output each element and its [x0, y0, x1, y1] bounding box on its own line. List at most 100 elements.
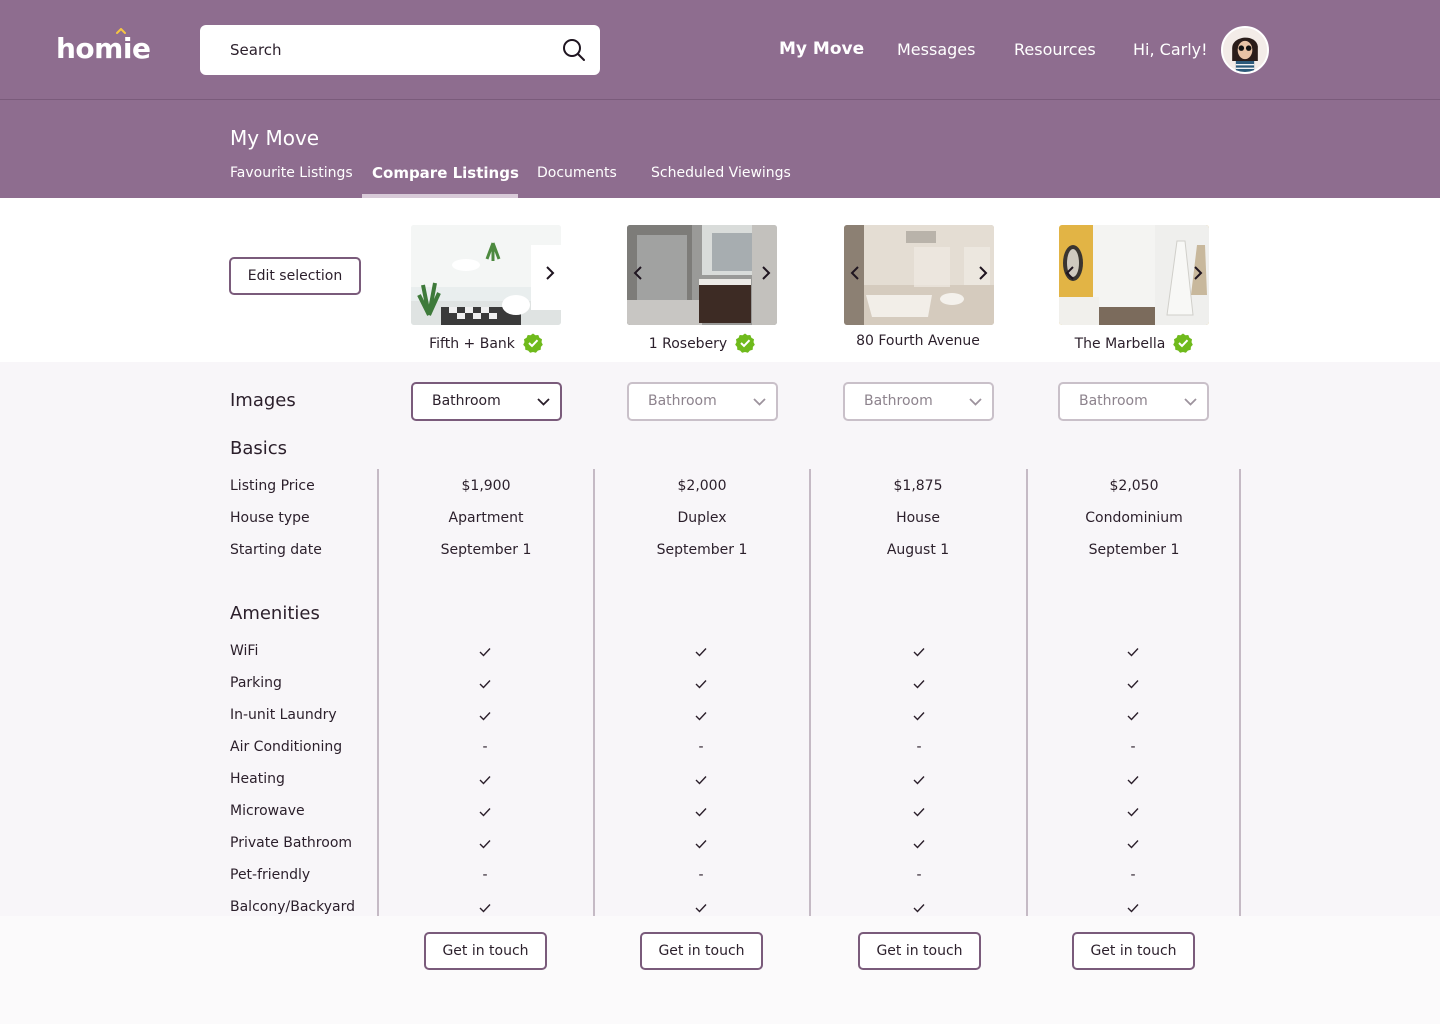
column-divider: [1239, 469, 1241, 916]
nav-messages[interactable]: Messages: [897, 40, 975, 59]
logo-roof-icon: [116, 28, 126, 34]
row-label-house-type: House type: [230, 510, 310, 526]
select-value: Bathroom: [1079, 393, 1148, 409]
check-icon: [913, 680, 925, 689]
chevron-left-icon: [1065, 266, 1074, 280]
listing-name[interactable]: 1 Rosebery: [649, 336, 727, 352]
check-icon: [695, 712, 707, 721]
check-icon: [913, 648, 925, 657]
bathroom-photo-image: [844, 225, 994, 325]
verified-badge-icon: [1173, 333, 1194, 353]
listing-name-row: 1 Rosebery: [594, 333, 810, 353]
listing-photo[interactable]: [844, 225, 994, 325]
chevron-down-icon: [537, 398, 550, 406]
check-icon: [913, 712, 925, 721]
user-photo-icon: [1223, 28, 1267, 72]
bathroom-photo-image: [627, 225, 777, 325]
top-nav-bar: homie My Move Messages Resources Hi, Car…: [0, 0, 1440, 100]
image-category-select[interactable]: Bathroom: [843, 382, 994, 421]
nav-my-move[interactable]: My Move: [779, 39, 864, 59]
price-cell: $1,875: [893, 478, 943, 494]
get-in-touch-button[interactable]: Get in touch: [858, 932, 981, 970]
select-value: Bathroom: [432, 393, 501, 409]
not-available-mark: -: [1130, 739, 1136, 755]
nav-resources[interactable]: Resources: [1014, 40, 1096, 59]
check-icon: [913, 840, 925, 849]
logo-text: homie: [56, 32, 151, 65]
check-icon: [479, 648, 491, 657]
not-available-mark: -: [916, 867, 922, 883]
carousel-next-button[interactable]: [759, 265, 773, 285]
tab-compare-listings[interactable]: Compare Listings: [372, 164, 519, 182]
search-icon[interactable]: [562, 38, 586, 62]
check-icon: [695, 904, 707, 913]
compare-footer: Get in touch Get in touch Get in touch G…: [0, 916, 1440, 1024]
carousel-next-button[interactable]: [1191, 265, 1205, 285]
check-icon: [695, 808, 707, 817]
amenity-label: Air Conditioning: [230, 739, 343, 755]
check-icon: [913, 808, 925, 817]
get-in-touch-button[interactable]: Get in touch: [640, 932, 763, 970]
carousel-next-button[interactable]: [543, 265, 557, 285]
listing-name[interactable]: 80 Fourth Avenue: [856, 333, 980, 349]
check-icon: [1127, 904, 1139, 913]
listing-photo[interactable]: [411, 225, 561, 325]
carousel-prev-button[interactable]: [631, 265, 645, 285]
start-date-cell: September 1: [656, 542, 748, 558]
chevron-down-icon: [753, 398, 766, 406]
chevron-left-icon: [850, 266, 859, 280]
house-type-cell: Condominium: [1085, 510, 1183, 526]
start-date-cell: August 1: [886, 542, 950, 558]
listing-name[interactable]: The Marbella: [1075, 336, 1166, 352]
check-icon: [1127, 648, 1139, 657]
carousel-next-button[interactable]: [976, 265, 990, 285]
check-icon: [695, 680, 707, 689]
start-date-cell: September 1: [1088, 542, 1180, 558]
image-category-select[interactable]: Bathroom: [627, 382, 778, 421]
amenity-label: WiFi: [230, 643, 259, 659]
search-input[interactable]: [200, 25, 560, 75]
user-greeting: Hi, Carly!: [1133, 40, 1208, 59]
carousel-prev-button[interactable]: [848, 265, 862, 285]
check-icon: [913, 776, 925, 785]
tab-documents[interactable]: Documents: [537, 165, 617, 181]
chevron-down-icon: [969, 398, 982, 406]
get-in-touch-button[interactable]: Get in touch: [424, 932, 547, 970]
chevron-left-icon: [633, 266, 642, 280]
bathroom-photo-image: [1059, 225, 1209, 325]
my-move-subheader: My Move Favourite Listings Compare Listi…: [0, 100, 1440, 198]
listing-name-row: 80 Fourth Avenue: [810, 333, 1026, 349]
listing-name-row: Fifth + Bank: [378, 333, 594, 353]
listing-name[interactable]: Fifth + Bank: [429, 336, 515, 352]
listing-photo[interactable]: [1059, 225, 1209, 325]
check-icon: [695, 840, 707, 849]
get-in-touch-button[interactable]: Get in touch: [1072, 932, 1195, 970]
check-icon: [1127, 712, 1139, 721]
check-icon: [1127, 776, 1139, 785]
tab-scheduled-viewings[interactable]: Scheduled Viewings: [651, 165, 791, 181]
not-available-mark: -: [916, 739, 922, 755]
chevron-right-icon: [979, 266, 988, 280]
image-category-select[interactable]: Bathroom: [411, 382, 562, 421]
amenity-label: In-unit Laundry: [230, 707, 337, 723]
chevron-down-icon: [1184, 398, 1197, 406]
verified-badge-icon: [735, 333, 756, 353]
check-icon: [913, 904, 925, 913]
chevron-right-icon: [546, 266, 555, 280]
tab-favourite-listings[interactable]: Favourite Listings: [230, 165, 353, 181]
column-divider: [809, 469, 811, 916]
avatar[interactable]: [1221, 26, 1269, 74]
listing-photo[interactable]: [627, 225, 777, 325]
house-type-cell: Duplex: [677, 510, 727, 526]
row-label-starting-date: Starting date: [230, 542, 322, 558]
house-type-cell: House: [896, 510, 940, 526]
verified-badge-icon: [523, 333, 543, 353]
edit-selection-button[interactable]: Edit selection: [229, 257, 361, 295]
page-title: My Move: [230, 126, 320, 150]
carousel-prev-button[interactable]: [1063, 265, 1077, 285]
image-category-select[interactable]: Bathroom: [1058, 382, 1209, 421]
start-date-cell: September 1: [440, 542, 532, 558]
homie-logo[interactable]: homie: [56, 28, 151, 65]
select-value: Bathroom: [648, 393, 717, 409]
price-cell: $1,900: [461, 478, 511, 494]
